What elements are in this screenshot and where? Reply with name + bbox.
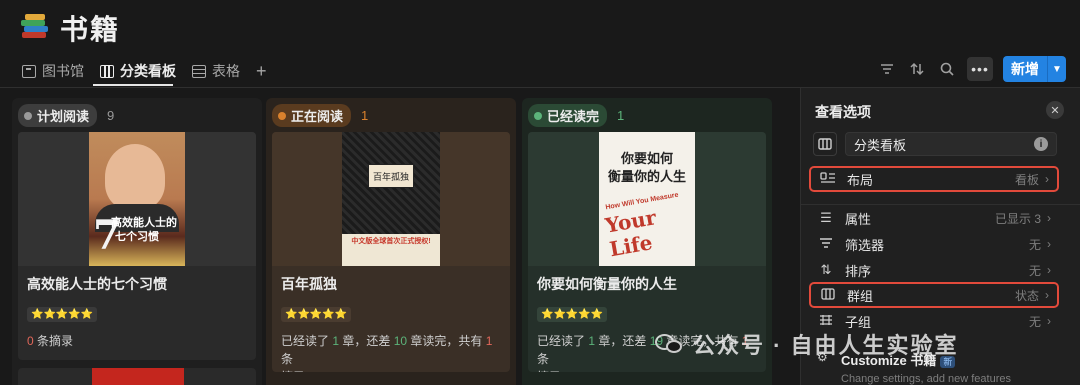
tab-library[interactable]: 图书馆	[22, 58, 84, 84]
rating-badge: ⭐⭐⭐⭐⭐	[281, 307, 352, 322]
wechat-icon	[655, 332, 685, 356]
filter-icon	[817, 237, 835, 252]
option-label: 群组	[847, 288, 874, 304]
board-icon[interactable]	[813, 132, 837, 156]
sort-icon[interactable]	[907, 59, 927, 79]
column-header: 已经读完 1	[528, 104, 624, 127]
book-title: 高效能人士的七个习惯	[27, 276, 167, 292]
option-label: 排序	[845, 263, 872, 279]
page-header: 书籍	[18, 8, 120, 48]
books-icon	[18, 12, 50, 44]
info-icon[interactable]: i	[1034, 137, 1048, 151]
view-name-field[interactable]: 分类看板 i	[845, 132, 1057, 156]
book-card[interactable]: 7 高效能人士的 七个习惯 高效能人士的七个习惯 ⭐⭐⭐⭐⭐ 0 条摘录	[18, 132, 256, 360]
option-value: 无	[1028, 237, 1041, 252]
option-label: 布局	[847, 172, 874, 188]
sort-icon: ⇅	[820, 262, 832, 277]
rating-badge: ⭐⭐⭐⭐⭐	[27, 307, 98, 322]
book-cover-image	[92, 368, 184, 385]
tab-board[interactable]: 分类看板	[100, 58, 176, 84]
column-count: 9	[107, 108, 115, 123]
close-icon[interactable]: ✕	[1046, 101, 1064, 119]
status-badge: 已经读完	[528, 104, 608, 127]
rating-badge: ⭐⭐⭐⭐⭐	[537, 307, 608, 322]
board-column-reading: 正在阅读 1 百年孤独 中文版全球首次正式授权! 百年孤独 ⭐⭐⭐⭐⭐ 已经读了…	[266, 98, 516, 385]
view-tabs: 图书馆 分类看板 表格 +	[22, 58, 267, 84]
status-label: 已经读完	[547, 109, 600, 124]
option-label: 筛选器	[845, 237, 885, 253]
excerpt-count: 0 条摘录	[27, 334, 74, 348]
toolbar: ••• 新增 ▼	[877, 56, 1066, 82]
book-cover-image: 百年孤独 中文版全球首次正式授权!	[342, 132, 440, 266]
layout-icon	[819, 171, 837, 187]
chevron-down-icon[interactable]: ▼	[1048, 56, 1066, 82]
board-icon	[819, 287, 837, 303]
column-count: 1	[617, 108, 625, 123]
board-column-planned: 计划阅读 9 7 高效能人士的 七个习惯 高效能人士的七个习惯 ⭐⭐⭐⭐⭐ 0 …	[12, 98, 262, 385]
card-cover: 百年孤独 中文版全球首次正式授权!	[272, 132, 510, 266]
option-properties[interactable]: ☰ 属性 已显示 3 ›	[809, 205, 1059, 231]
status-badge: 计划阅读	[18, 104, 98, 127]
book-cover-image: 你要如何 衡量你的人生 How Will You Measure Your Li…	[599, 132, 695, 266]
status-badge: 正在阅读	[272, 104, 352, 127]
option-value: 状态	[1014, 288, 1039, 303]
page-title: 书籍	[60, 14, 121, 45]
option-filter[interactable]: 筛选器 无 ›	[809, 231, 1059, 257]
status-label: 计划阅读	[37, 109, 90, 124]
table-icon	[192, 64, 206, 78]
column-header: 计划阅读 9	[18, 104, 114, 127]
card-cover: 你要如何 衡量你的人生 How Will You Measure Your Li…	[528, 132, 766, 266]
board-icon	[100, 64, 114, 78]
option-value: 看板	[1014, 172, 1039, 187]
chevron-right-icon: ›	[1047, 211, 1051, 225]
status-dot	[24, 111, 32, 120]
view-name-value: 分类看板	[854, 137, 907, 153]
status-dot	[278, 111, 286, 120]
customize-subtitle: Change settings, add new features	[841, 373, 1012, 385]
book-title: 你要如何衡量你的人生	[537, 276, 677, 292]
watermark-text: 公众号 · 自由人生实验室	[693, 333, 959, 358]
list-icon: ☰	[820, 210, 832, 225]
column-header: 正在阅读 1	[272, 104, 368, 127]
book-card[interactable]	[18, 368, 256, 385]
filter-icon[interactable]	[877, 59, 897, 79]
option-label: 属性	[845, 211, 872, 227]
new-button[interactable]: 新增 ▼	[1003, 56, 1066, 82]
column-count: 1	[361, 108, 369, 123]
grid-icon	[817, 314, 835, 329]
option-group[interactable]: 群组 状态 ›	[809, 282, 1059, 308]
book-title: 百年孤独	[281, 276, 337, 292]
option-sort[interactable]: ⇅ 排序 无 ›	[809, 257, 1059, 283]
tab-label: 表格	[212, 63, 240, 79]
option-layout[interactable]: 布局 看板 ›	[809, 166, 1059, 192]
chevron-right-icon: ›	[1045, 288, 1049, 302]
new-button-label: 新增	[1003, 56, 1048, 82]
tab-table[interactable]: 表格	[192, 58, 240, 84]
book-cover-image: 7 高效能人士的 七个习惯	[89, 132, 185, 266]
more-options-icon[interactable]: •••	[967, 57, 993, 81]
active-tab-indicator	[93, 84, 173, 86]
status-label: 正在阅读	[291, 109, 344, 124]
chevron-right-icon: ›	[1047, 237, 1051, 251]
option-value: 已显示 3	[994, 211, 1041, 226]
chevron-right-icon: ›	[1045, 172, 1049, 186]
status-dot	[534, 111, 542, 120]
option-value: 无	[1028, 314, 1041, 329]
book-card[interactable]: 百年孤独 中文版全球首次正式授权! 百年孤独 ⭐⭐⭐⭐⭐ 已经读了 1 章，还差…	[272, 132, 510, 372]
tab-label: 分类看板	[120, 63, 176, 79]
search-icon[interactable]	[937, 59, 957, 79]
tab-label: 图书馆	[42, 63, 84, 79]
view-name-row: 分类看板 i	[813, 132, 1057, 156]
add-view-icon[interactable]: +	[256, 62, 267, 80]
watermark: 公众号 · 自由人生实验室	[655, 328, 959, 360]
reading-progress: 已经读了 1 章，还差 10 章读完，共有 1 条摘录	[281, 334, 493, 372]
card-cover: 7 高效能人士的 七个习惯	[18, 132, 256, 266]
chevron-right-icon: ›	[1047, 314, 1051, 328]
library-icon	[22, 64, 36, 78]
option-value: 无	[1028, 263, 1041, 278]
chevron-right-icon: ›	[1047, 263, 1051, 277]
panel-title: 查看选项	[815, 104, 871, 120]
